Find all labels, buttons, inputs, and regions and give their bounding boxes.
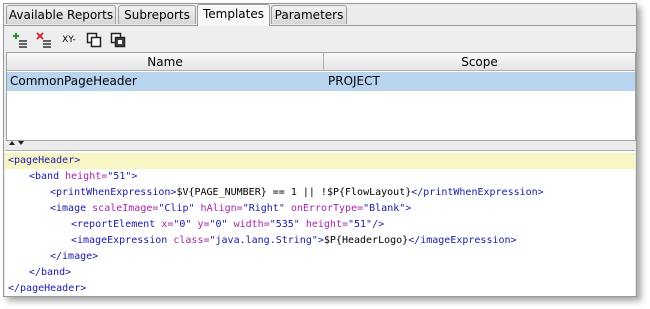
- code-line: </band>: [5, 265, 635, 281]
- copy-all-icon[interactable]: [108, 31, 128, 49]
- code-token: height=: [65, 171, 108, 182]
- code-token: </band>: [29, 267, 72, 278]
- row-name-cell: CommonPageHeader: [10, 74, 137, 88]
- code-token: <band: [29, 171, 66, 182]
- xml-editor[interactable]: <pageHeader> <band height="51"> <printWhen…: [5, 150, 635, 296]
- code-token: $P{HeaderLogo}: [323, 235, 409, 246]
- code-line: </image>: [5, 249, 635, 265]
- templates-panel: Available Reports Subreports Templates P…: [3, 3, 637, 297]
- code-token: "51": [107, 171, 132, 182]
- splitter[interactable]: [4, 140, 636, 150]
- add-list-icon[interactable]: [10, 31, 30, 49]
- code-token: onErrorType=: [290, 203, 364, 214]
- code-token: "535": [269, 219, 306, 230]
- tab-subreports[interactable]: Subreports: [118, 5, 196, 24]
- templates-table: Name Scope CommonPageHeader PROJECT: [6, 52, 636, 141]
- row-scope-cell: PROJECT: [328, 74, 380, 88]
- code-line: <pageHeader>: [5, 153, 635, 169]
- column-header-name[interactable]: Name: [7, 53, 324, 71]
- toolbar: XY-: [4, 25, 636, 54]
- code-token: >: [405, 203, 412, 214]
- code-token: "0": [209, 219, 234, 230]
- column-header-scope[interactable]: Scope: [324, 53, 635, 71]
- code-line: <band height="51">: [5, 169, 635, 185]
- code-token: $V{PAGE_NUMBER} == 1 || !$P{FlowLayout}: [176, 187, 412, 198]
- code-token: <imageExpression: [71, 235, 174, 246]
- code-token: "Blank": [363, 203, 406, 214]
- code-line: <imageExpression class="java.lang.String…: [5, 233, 635, 249]
- code-token: </printWhenExpression>: [411, 187, 544, 198]
- code-token: "Clip": [158, 203, 201, 214]
- code-line: </pageHeader>: [5, 281, 635, 296]
- code-token: <printWhenExpression>: [50, 187, 177, 198]
- code-token: >: [131, 171, 138, 182]
- code-line: <printWhenExpression>$V{PAGE_NUMBER} == …: [5, 185, 635, 201]
- copy-icon[interactable]: [84, 31, 104, 49]
- code-line: <image scaleImage="Clip" hAlign="Right" …: [5, 201, 635, 217]
- xy-icon[interactable]: XY-: [58, 31, 80, 49]
- code-token: x=: [161, 219, 174, 230]
- tab-available-reports[interactable]: Available Reports: [6, 5, 116, 24]
- code-token: "Right": [242, 203, 291, 214]
- code-token: "0": [173, 219, 198, 230]
- tab-templates[interactable]: Templates: [197, 4, 270, 26]
- code-line: <reportElement x="0" y="0" width="535" h…: [5, 217, 635, 233]
- code-token: y=: [197, 219, 210, 230]
- code-token: hAlign=: [200, 203, 243, 214]
- code-token: </image>: [50, 251, 99, 262]
- code-token: width=: [233, 219, 270, 230]
- code-token: </imageExpression>: [408, 235, 517, 246]
- code-token: />: [372, 219, 385, 230]
- tab-parameters[interactable]: Parameters: [271, 5, 347, 24]
- code-token: <reportElement: [71, 219, 162, 230]
- remove-list-icon[interactable]: [34, 31, 54, 49]
- splitter-arrows-icon[interactable]: [7, 140, 27, 150]
- code-token: class=: [173, 235, 210, 246]
- tab-bar: Available Reports Subreports Templates P…: [4, 4, 636, 26]
- code-token: </pageHeader>: [8, 283, 87, 294]
- code-token: height=: [305, 219, 348, 230]
- code-token: scaleImage=: [92, 203, 159, 214]
- code-token: "java.lang.String": [209, 235, 318, 246]
- code-token: <image: [50, 203, 93, 214]
- code-token: <pageHeader>: [8, 155, 81, 166]
- code-token: "51": [348, 219, 373, 230]
- table-row[interactable]: CommonPageHeader PROJECT: [7, 72, 635, 91]
